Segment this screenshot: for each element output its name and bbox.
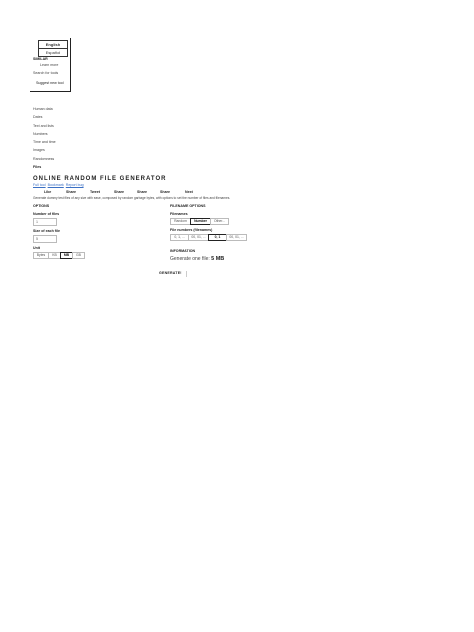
generate-button[interactable]: GENERATE!: [159, 271, 182, 275]
file-size-label: Size of each file: [33, 229, 60, 233]
information-size: 5 MB: [211, 256, 225, 262]
number-of-files-label: Number of files: [33, 212, 60, 216]
format-option-2[interactable]: 00, 01, ...: [188, 234, 209, 241]
language-menu: English Español SIMILAR Learn more Searc…: [30, 38, 71, 92]
generate-divider: [186, 271, 187, 277]
breadcrumb-bookmark[interactable]: Bookmark: [48, 183, 64, 187]
format-option-4[interactable]: 00, 01, ...: [226, 234, 247, 241]
file-numbers-label: File numbers (filenames): [170, 228, 213, 232]
menu-heading: SIMILAR: [33, 57, 48, 61]
sidebar-item-text[interactable]: Text and lists: [33, 124, 54, 129]
sidebar-item-images[interactable]: Images: [33, 148, 45, 153]
language-option-spanish[interactable]: Español: [38, 48, 68, 57]
sidebar-item-randomness[interactable]: Randomness: [33, 157, 54, 162]
page-description: Generate dummy test files of any size wi…: [33, 196, 231, 200]
format-option-3[interactable]: 0, 1: [208, 234, 227, 241]
sidebar-item-dates[interactable]: Dates: [33, 115, 42, 120]
page-title: ONLINE RANDOM FILE GENERATOR: [33, 176, 167, 182]
tab-next[interactable]: Next: [185, 190, 193, 194]
file-size-input[interactable]: 5: [33, 235, 57, 243]
sidebar-item-files[interactable]: Files: [33, 165, 41, 170]
tab-share-1[interactable]: Share: [66, 190, 76, 194]
information-heading: INFORMATION: [170, 249, 196, 253]
filename-type-other[interactable]: Other...: [210, 218, 229, 225]
unit-bytes[interactable]: Bytes: [33, 252, 49, 259]
search-tools-input[interactable]: Search for tools: [33, 71, 58, 76]
information-label: Generate one file:: [170, 256, 210, 262]
suggest-tool-button[interactable]: Suggest new tool: [36, 81, 64, 86]
breadcrumb-report-bug[interactable]: Report bug: [66, 183, 84, 187]
filenames-label: Filenames: [170, 212, 188, 216]
unit-label: Unit: [33, 246, 40, 250]
filename-type-number[interactable]: Number: [190, 218, 211, 225]
learn-more-link[interactable]: Learn more: [40, 63, 58, 68]
tab-like[interactable]: Like: [44, 190, 51, 194]
filename-type-random[interactable]: Random: [170, 218, 191, 225]
unit-gb[interactable]: GB: [72, 252, 85, 259]
number-of-files-input[interactable]: 1: [33, 218, 57, 226]
sidebar-item-time[interactable]: Time and time: [33, 140, 56, 145]
tab-tweet[interactable]: Tweet: [90, 190, 100, 194]
options-heading: OPTIONS: [33, 204, 50, 208]
sidebar-item-numbers[interactable]: Numbers: [33, 132, 48, 137]
tab-share-4[interactable]: Share: [160, 190, 170, 194]
filename-options-heading: FILENAME OPTIONS: [170, 204, 206, 208]
sidebar-item-human-data[interactable]: Human data: [33, 107, 53, 112]
breadcrumb-full-tool[interactable]: Full tool: [33, 183, 46, 187]
tab-share-2[interactable]: Share: [114, 190, 124, 194]
tab-share-3[interactable]: Share: [137, 190, 147, 194]
breadcrumb: Full tool Bookmark Report bug: [33, 183, 84, 188]
information-text: Generate one file: 5 MB: [170, 256, 224, 262]
format-option-1[interactable]: 0, 1, ...: [170, 234, 189, 241]
